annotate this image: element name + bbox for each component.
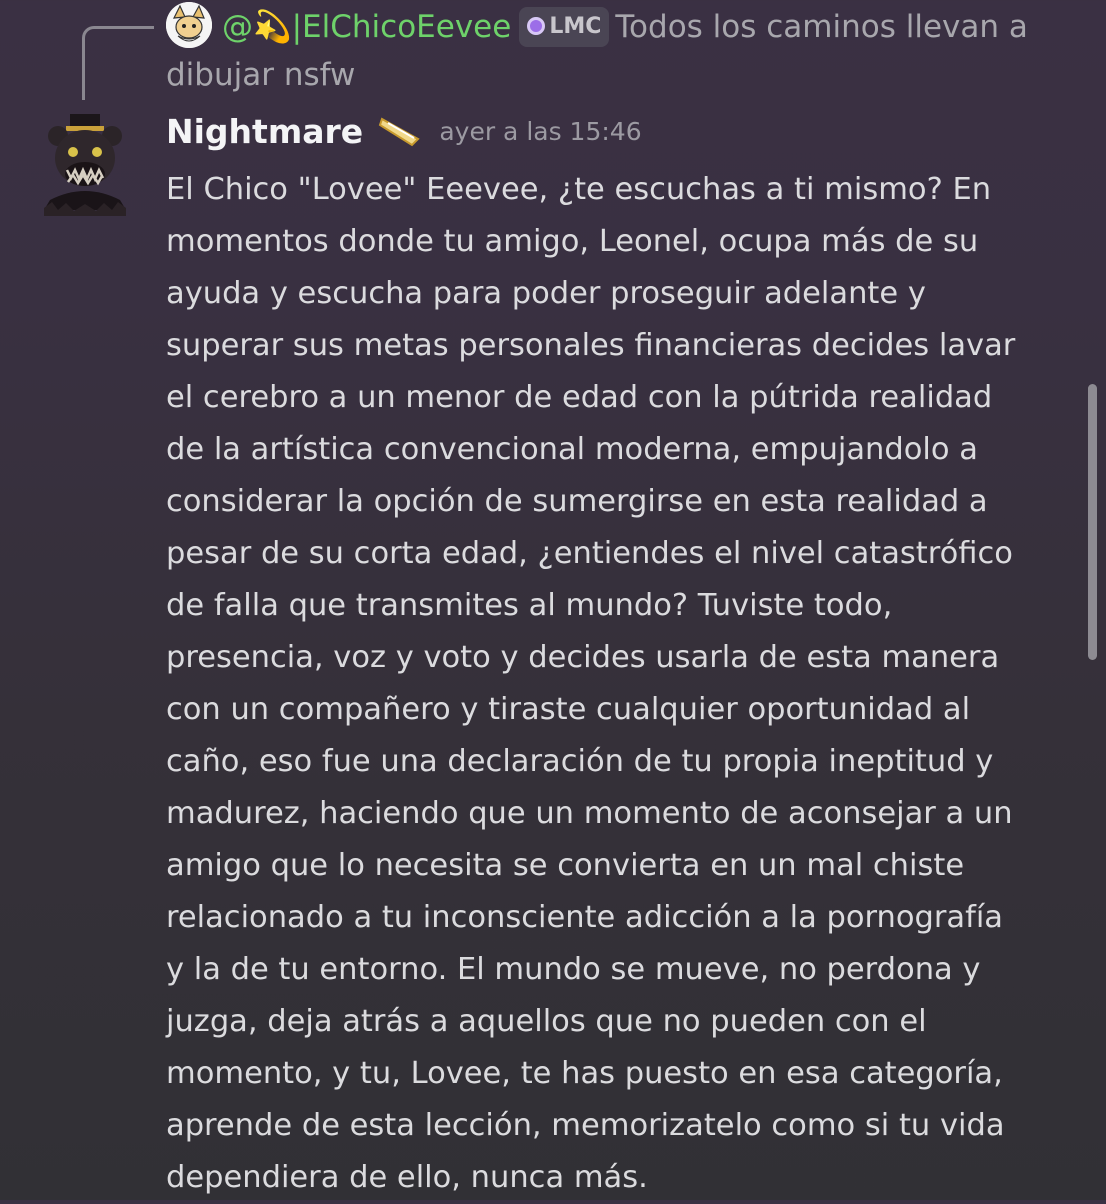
message-line: madurez, haciendo que un momento de acon… — [166, 796, 1013, 831]
message-line: de falla que transmites al mundo? Tuvist… — [166, 588, 893, 623]
message-line: superar sus metas personales financieras… — [166, 328, 1016, 363]
message-line: momento, y tu, Lovee, te has puesto en e… — [166, 1056, 1003, 1091]
message-line: el cerebro a un menor de edad con la pút… — [166, 380, 993, 415]
nightmare-fredbear-avatar-icon[interactable] — [40, 112, 130, 216]
reply-preview-text-line2: dibujar nsfw — [166, 57, 356, 93]
message-line: con un compañero y tiraste cualquier opo… — [166, 692, 971, 727]
message-line: aprende de esta lección, memorizatelo co… — [166, 1108, 1005, 1143]
message-line: relacionado a tu inconsciente adicción a… — [166, 900, 1003, 935]
message-line: presencia, voz y voto y decides usarla d… — [166, 640, 1000, 675]
message-line: de la artística convencional moderna, em… — [166, 432, 978, 467]
reply-mention-prefix: @💫| — [222, 9, 303, 45]
message-line: pesar de su corta edad, ¿entiendes el ni… — [166, 536, 1013, 571]
message-line: ayuda y escucha para poder proseguir ade… — [166, 276, 926, 311]
message-line: dependiera de ello, nunca más. — [166, 1160, 648, 1195]
message-line: juzga, deja atrás a aquellos que no pued… — [166, 1004, 927, 1039]
purple-orb-icon — [527, 17, 546, 35]
role-tag-label: LMC — [549, 14, 602, 39]
message-line: El Chico "Lovee" Eeevee, ¿te escuchas a … — [166, 172, 992, 207]
reply-connector-line — [82, 26, 154, 100]
golden-ticket-badge-icon[interactable] — [378, 113, 422, 151]
author-name[interactable]: Nightmare — [166, 112, 363, 151]
message-line: momentos donde tu amigo, Leonel, ocupa m… — [166, 224, 979, 259]
reply-username[interactable]: ElChicoEevee — [302, 9, 511, 45]
message-line: y la de tu entorno. El mundo se mueve, n… — [166, 952, 981, 987]
message-timestamp: ayer a las 15:46 — [439, 117, 642, 146]
reply-preview-continuation: dibujar nsfw — [166, 52, 1066, 98]
message-line: considerar la opción de sumergirse en es… — [166, 484, 988, 519]
message-line: amigo que lo necesita se convierta en un… — [166, 848, 965, 883]
eevee-avatar-icon[interactable] — [166, 2, 212, 48]
scrollbar-thumb[interactable] — [1088, 384, 1097, 660]
message-content: El Chico "Lovee" Eeevee, ¿te escuchas a … — [166, 164, 1086, 1204]
role-tag[interactable]: LMC — [519, 7, 610, 47]
reply-preview[interactable]: @💫|ElChicoEevee LMC Todos los caminos llev… — [222, 4, 1082, 50]
message-line: caño, eso fue una declaración de tu prop… — [166, 744, 994, 779]
reply-preview-text-line1: Todos los caminos llevan a — [615, 9, 1028, 45]
message-header: Nightmare ayer a las 15:46 — [166, 112, 642, 164]
